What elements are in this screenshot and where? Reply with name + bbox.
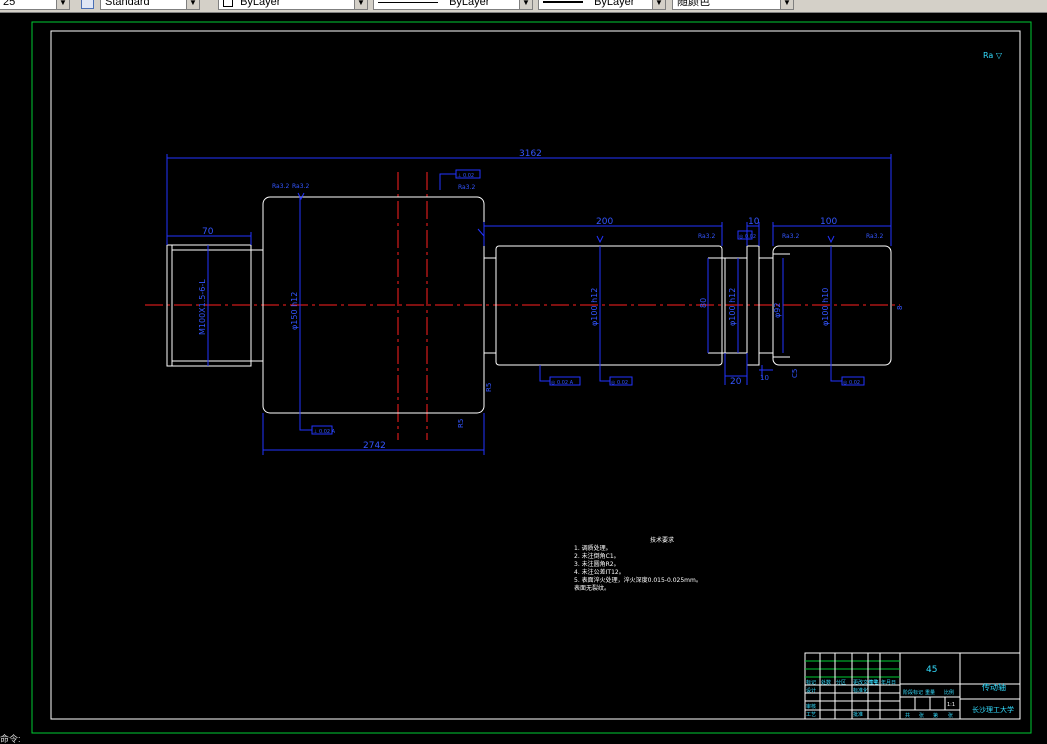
notes-title: 技术要求 <box>650 536 674 544</box>
tb-row-label: 审核 <box>806 703 816 710</box>
inner-frame <box>50 30 1021 720</box>
gdt-text: ◎ 0.02 <box>739 234 756 240</box>
chevron-down-icon[interactable]: ▼ <box>354 0 367 9</box>
gdt-text: ⊥ 0.02 <box>457 173 474 179</box>
lineweight-value: ByLayer <box>594 0 635 8</box>
roughness-label: Ra3.2 <box>866 233 883 240</box>
roughness-tick-icon <box>297 192 305 201</box>
tb-sheet-label: 共 <box>905 712 910 719</box>
tb-row-label: 标准化 <box>853 687 868 694</box>
layer-dropdown[interactable]: ByLayer ▼ <box>218 0 368 10</box>
tb-stage-label: 重量 <box>925 689 935 696</box>
outer-frame <box>31 21 1032 734</box>
title-block: 45 传动轴 长沙理工大学 1:1 标记 处数 分区 更改文件号 签名 年月日 … <box>804 652 1021 720</box>
roughness-tick-icon <box>477 228 485 237</box>
part-name-label: 传动轴 <box>982 682 1006 692</box>
roughness-tick-icon <box>827 235 835 244</box>
linetype-dropdown[interactable]: ByLayer ▼ <box>373 0 533 10</box>
dim-total-length: 3162 <box>519 149 542 159</box>
roughness-label: Ra3.2 <box>272 183 289 190</box>
roughness-symbols: Ra3.2 Ra3.2 Ra3.2 Ra3.2 Ra3.2 Ra3.2 <box>272 183 883 244</box>
color-value: 随颜色 <box>677 0 710 8</box>
note-line: 表面无裂纹。 <box>574 584 610 592</box>
tb-row-label: 工艺 <box>806 712 816 718</box>
dim-end-8: 8 <box>896 306 904 310</box>
lineweight-sample <box>543 1 583 4</box>
roughness-label: Ra3.2 <box>292 183 309 190</box>
text-style-dropdown[interactable]: Standard ▼ <box>100 0 200 10</box>
chevron-down-icon[interactable]: ▼ <box>56 0 69 9</box>
linetype-sample <box>378 1 438 3</box>
dim-fillet-right: R5 <box>457 419 465 428</box>
scale-label: 1:1 <box>947 702 955 708</box>
chevron-down-icon[interactable]: ▼ <box>652 0 665 9</box>
text-style-value: Standard <box>105 0 150 8</box>
tb-sheet-label: 张 <box>919 712 924 719</box>
scale-value: 25 <box>3 0 16 8</box>
tb-stage-label: 比例 <box>944 689 954 696</box>
dim-journal-dia: φ100 h12 <box>590 288 599 326</box>
gdt-text: ◎ 0.02 <box>843 380 860 386</box>
dim-small: 10 <box>760 374 769 382</box>
note-line: 3. 未注圆角R2。 <box>574 560 620 568</box>
chevron-down-icon[interactable]: ▼ <box>780 0 793 9</box>
tb-row-label: 签名 <box>869 679 879 686</box>
dim-groove: 20 <box>730 377 742 387</box>
school-label: 长沙理工大学 <box>972 705 1014 714</box>
tb-sheet-label: 张 <box>948 712 953 719</box>
tb-sheet-label: 第 <box>933 712 938 719</box>
tb-row-label: 处数 <box>821 679 831 686</box>
properties-toolbar: 25 ▼ Standard ▼ ByLayer ▼ ByLayer ▼ ByLa… <box>0 0 1047 13</box>
scale-dropdown[interactable]: 25 ▼ <box>0 0 70 10</box>
lineweight-dropdown[interactable]: ByLayer ▼ <box>538 0 666 10</box>
dim-thread-dia: M100X1.5-6-L <box>198 279 207 335</box>
drawing-canvas[interactable]: .w { stroke:#ffffff; fill:none; stroke-w… <box>0 13 1047 742</box>
dim-fillet-left: R5 <box>485 383 493 392</box>
text-style-icon[interactable] <box>81 0 94 9</box>
roughness-label: Ra3.2 <box>782 233 799 240</box>
dim-right-end: 100 <box>820 217 837 227</box>
color-swatch-icon <box>223 0 233 8</box>
dim-body-length: 2742 <box>363 441 386 451</box>
note-line: 5. 表面淬火处理，淬火深度0.015-0.025mm。 <box>574 576 702 584</box>
dim-roll-dia: φ150 h12 <box>290 292 299 330</box>
tb-row-label: 设计 <box>806 687 816 694</box>
note-line: 4. 未注公差IT12。 <box>574 568 625 576</box>
gdt-text: ⊥ 0.02 A <box>313 429 336 435</box>
gdt-text: ◎ 0.02 <box>611 380 628 386</box>
dim-shoulder: 10 <box>748 217 760 227</box>
chevron-down-icon[interactable]: ▼ <box>519 0 532 9</box>
global-roughness-label: Ra ▽ <box>983 51 1003 60</box>
layer-value: ByLayer <box>240 0 281 8</box>
gdt-frames: ⊥ 0.02 A ⊥ 0.02 ◎ 0.02 A ◎ 0.02 ◎ 0.02 ◎… <box>311 169 865 435</box>
cad-drawing[interactable]: .w { stroke:#ffffff; fill:none; stroke-w… <box>0 13 1047 742</box>
tb-row-label: 年月日 <box>881 679 896 686</box>
tb-stage-label: 阶段标记 <box>903 689 923 696</box>
dim-neck-dia: φ100 h12 <box>728 288 737 326</box>
dim-chamfer: C5 <box>791 369 799 378</box>
linetype-value: ByLayer <box>449 0 490 8</box>
note-line: 1. 调质处理。 <box>574 544 612 552</box>
note-line: 2. 未注倒角C1。 <box>574 552 620 560</box>
dim-left-end: 70 <box>202 227 214 237</box>
dim-collar-dia: φ92 <box>773 303 782 318</box>
dim-journal: 200 <box>596 217 613 227</box>
tb-row-label: 批准 <box>853 711 863 718</box>
roughness-label: Ra3.2 <box>458 184 475 191</box>
gdt-text: ◎ 0.02 A <box>551 380 574 386</box>
roughness-label: Ra3.2 <box>698 233 715 240</box>
roughness-tick-icon <box>596 235 604 244</box>
tb-row-label: 标记 <box>806 679 816 686</box>
material-label: 45 <box>926 665 937 675</box>
technical-notes: 技术要求 1. 调质处理。 2. 未注倒角C1。 3. 未注圆角R2。 4. 未… <box>574 536 702 592</box>
dim-offset: 80 <box>699 298 708 308</box>
dim-right-dia: φ100 h10 <box>821 288 830 326</box>
color-dropdown[interactable]: 随颜色 ▼ <box>672 0 794 10</box>
tb-row-label: 分区 <box>836 679 846 686</box>
chevron-down-icon[interactable]: ▼ <box>186 0 199 9</box>
